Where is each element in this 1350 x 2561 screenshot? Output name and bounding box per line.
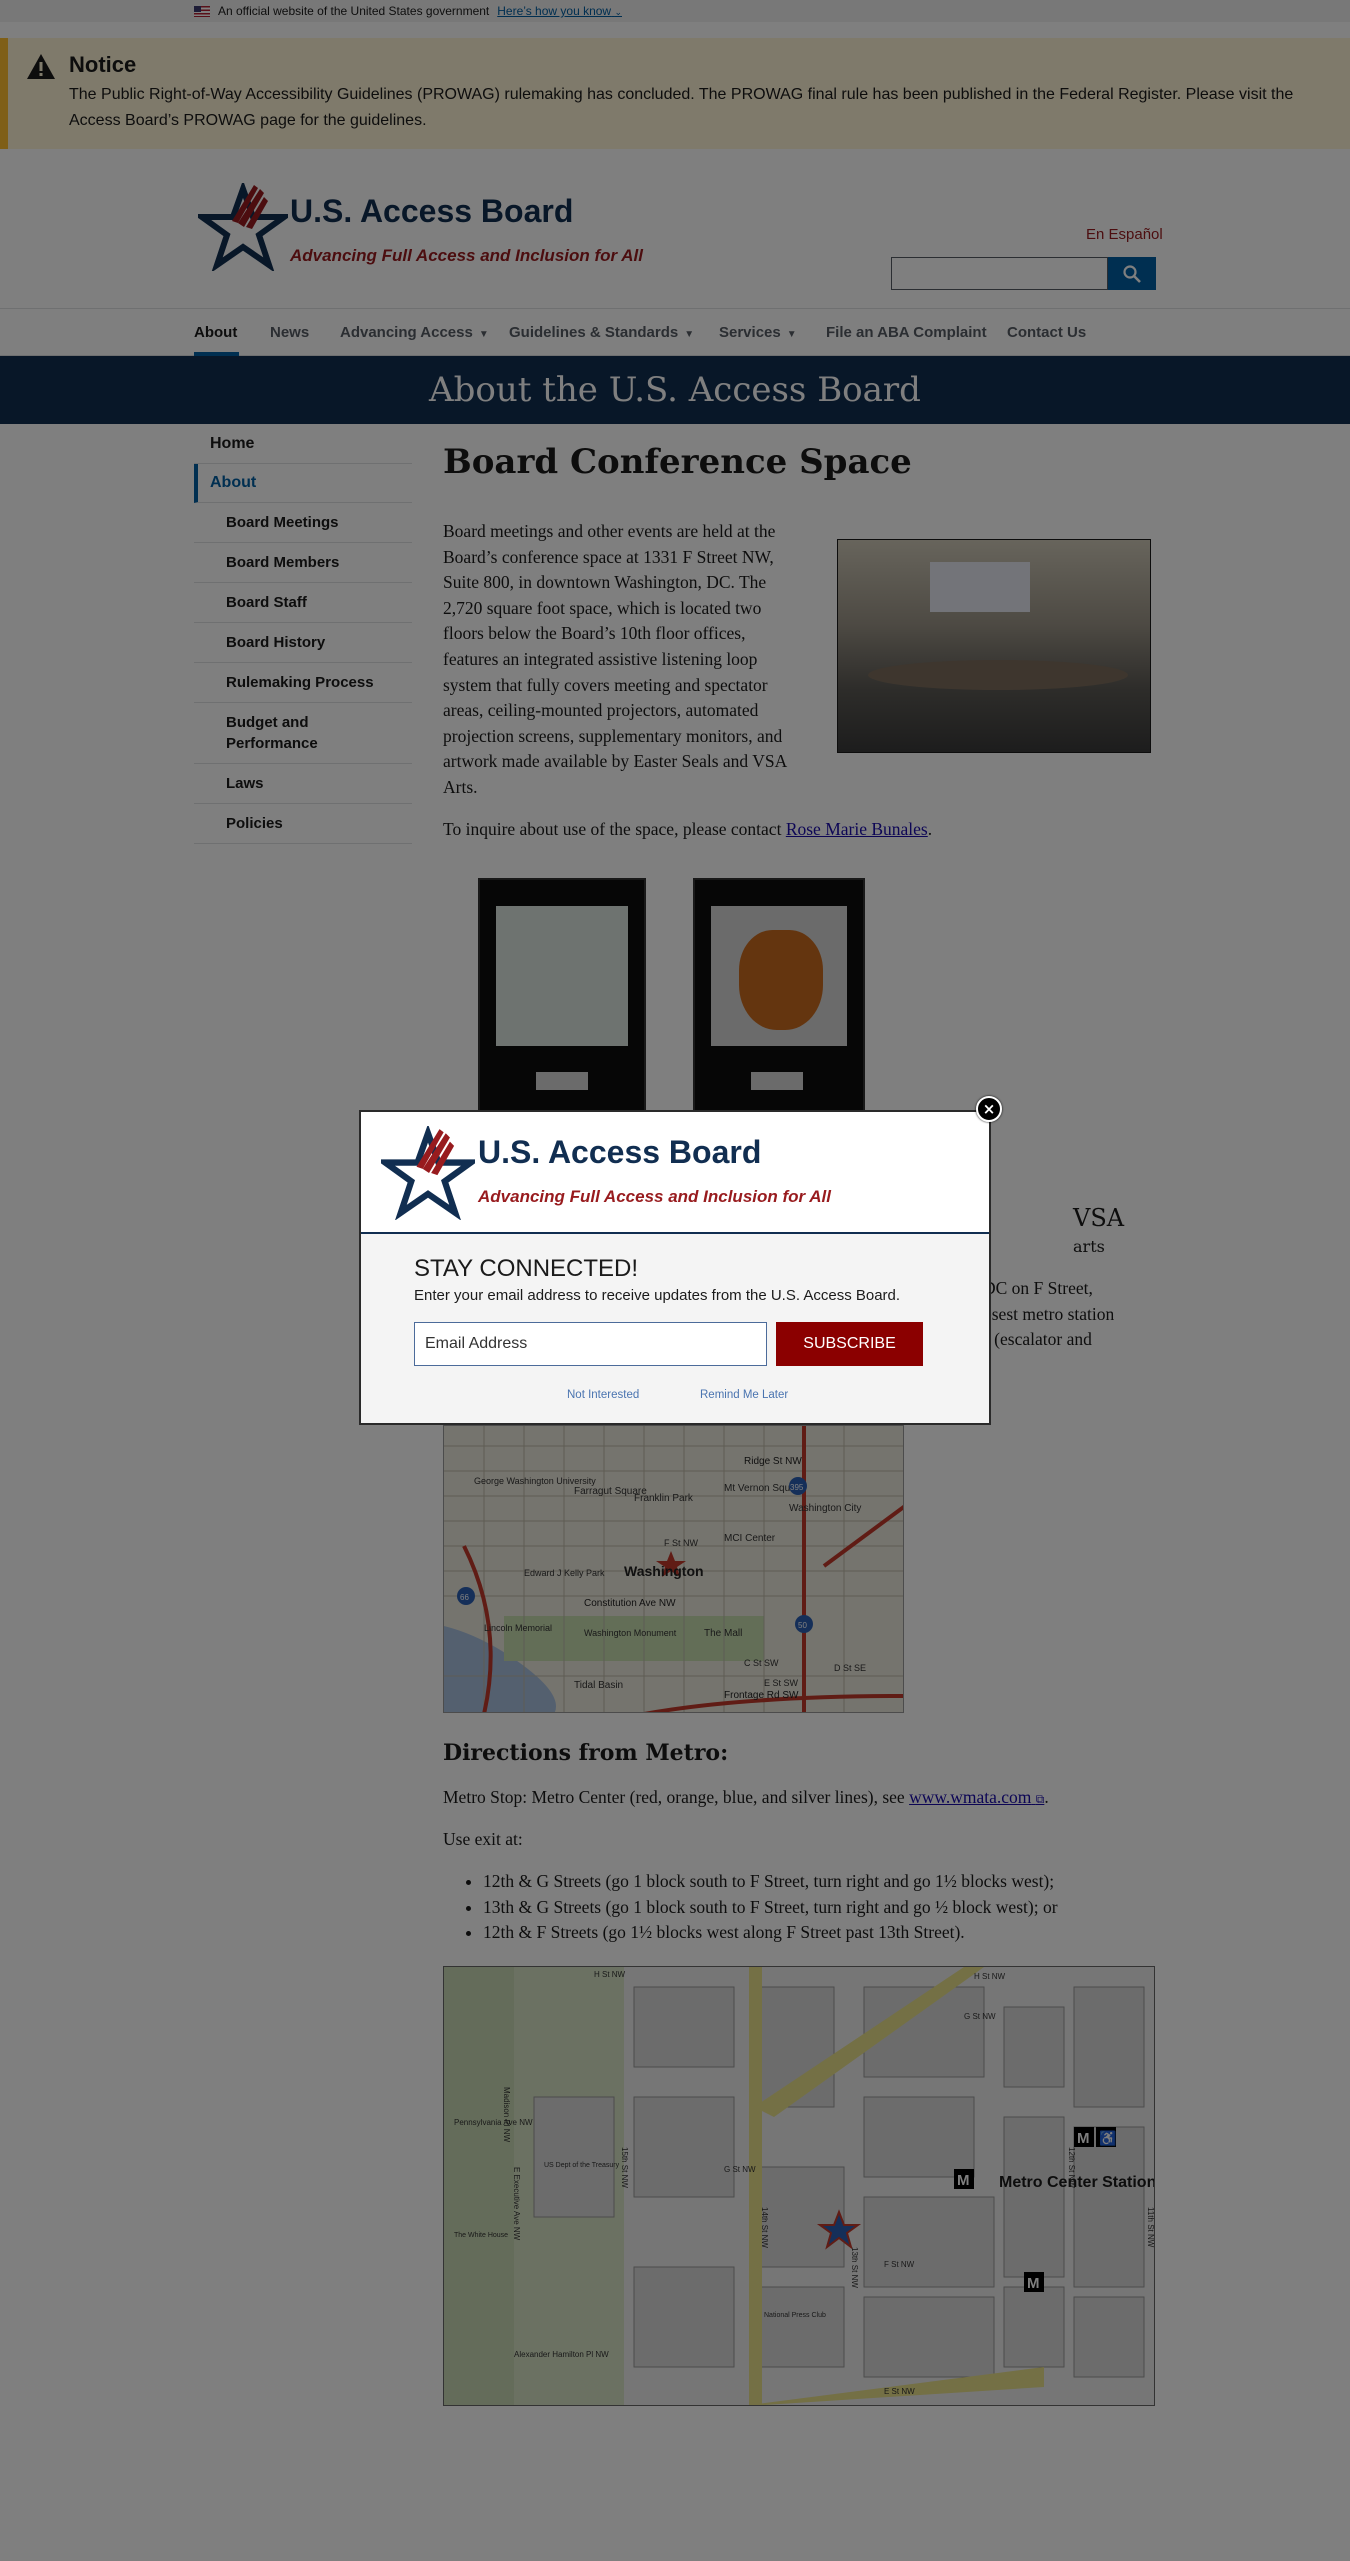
modal-header: U.S. Access Board Advancing Full Access … [361, 1112, 989, 1234]
remind-later-link[interactable]: Remind Me Later [700, 1389, 788, 1401]
subscribe-button[interactable]: SUBSCRIBE [776, 1322, 923, 1366]
not-interested-link[interactable]: Not Interested [567, 1389, 639, 1401]
access-board-star-logo [381, 1126, 475, 1220]
modal-tagline: Advancing Full Access and Inclusion for … [478, 1187, 831, 1206]
email-field[interactable] [414, 1322, 767, 1366]
stay-connected-heading: STAY CONNECTED! [414, 1255, 639, 1282]
stay-connected-description: Enter your email address to receive upda… [414, 1287, 901, 1304]
newsletter-modal: U.S. Access Board Advancing Full Access … [359, 1096, 1002, 1425]
modal-title: U.S. Access Board [478, 1134, 762, 1170]
close-icon[interactable]: × [976, 1096, 1002, 1122]
